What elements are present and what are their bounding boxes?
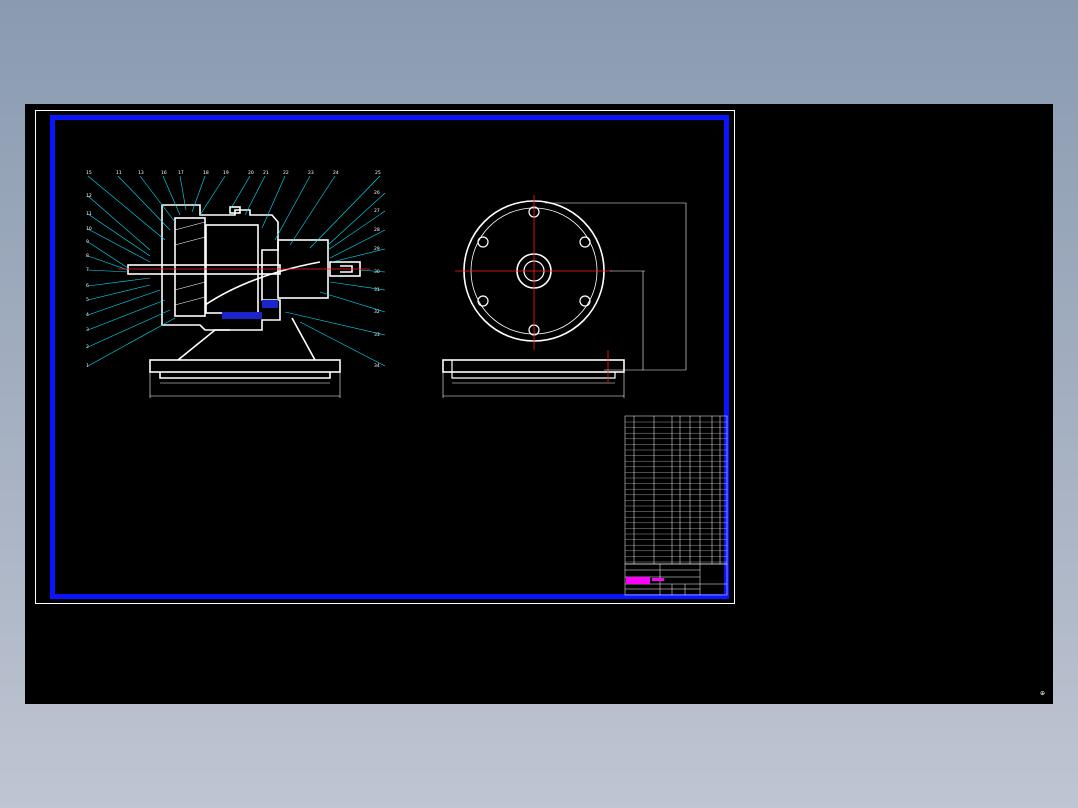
leader-number: 28 xyxy=(374,227,380,233)
leader-number: 1 xyxy=(86,363,89,369)
leader-number: 19 xyxy=(223,170,229,176)
leader-number: 11 xyxy=(86,211,92,217)
leader-number: 27 xyxy=(374,208,380,214)
leader-number: 33 xyxy=(374,332,380,338)
leader-number: 20 xyxy=(248,170,254,176)
leader-number: 16 xyxy=(161,170,167,176)
leader-number: 10 xyxy=(86,226,92,232)
leader-number: 12 xyxy=(86,193,92,199)
leader-number: 6 xyxy=(86,283,89,289)
leader-number: 34 xyxy=(374,363,380,369)
title-block-highlight xyxy=(626,577,650,584)
section-support-right xyxy=(291,317,316,361)
leader-number: 21 xyxy=(263,170,269,176)
section-base xyxy=(149,359,341,373)
section-housing xyxy=(161,204,281,331)
leader-number: 2 xyxy=(86,344,89,350)
section-rotor-hatch xyxy=(174,221,206,306)
section-support-left xyxy=(177,329,230,361)
leader-number: 31 xyxy=(374,287,380,293)
section-view xyxy=(127,204,361,379)
leader-number: 22 xyxy=(283,170,289,176)
leader-number: 25 xyxy=(375,170,381,176)
parts-list-rows xyxy=(625,421,727,563)
leader-number: 9 xyxy=(86,239,89,245)
section-dimensions xyxy=(149,372,341,398)
leader-number: 24 xyxy=(333,170,339,176)
section-hatch-bottom xyxy=(222,312,262,319)
leader-number: 17 xyxy=(178,170,184,176)
leader-number: 8 xyxy=(86,253,89,259)
end-view-bolt-hole xyxy=(477,295,489,307)
end-view-bolt-hole xyxy=(579,295,591,307)
leader-number: 18 xyxy=(203,170,209,176)
leader-number: 7 xyxy=(86,267,89,273)
section-leader-lines xyxy=(87,175,386,367)
leader-number: 32 xyxy=(374,309,380,315)
leader-number: 13 xyxy=(138,170,144,176)
leader-number: 4 xyxy=(86,312,89,318)
end-view-base xyxy=(442,359,625,373)
leader-number: 3 xyxy=(86,327,89,333)
leader-number: 26 xyxy=(374,190,380,196)
cad-drawing: 15 11 13 16 17 18 19 20 21 22 23 24 25 1… xyxy=(86,170,728,596)
end-view xyxy=(442,200,625,379)
end-view-bolt-hole xyxy=(477,236,489,248)
end-view-base-foot xyxy=(451,372,616,379)
parts-list xyxy=(624,415,728,565)
viewport-corner-icon: ⊕ xyxy=(1040,690,1046,697)
end-view-bolt-hole xyxy=(579,236,591,248)
leader-number: 11 xyxy=(116,170,122,176)
leader-number: 29 xyxy=(374,246,380,252)
section-base-foot xyxy=(159,372,331,379)
leader-number: 30 xyxy=(374,269,380,275)
leader-number: 5 xyxy=(86,297,89,303)
section-leader-numbers: 15 11 13 16 17 18 19 20 21 22 23 24 25 1… xyxy=(86,170,381,369)
leader-number: 23 xyxy=(308,170,314,176)
section-hatch-small xyxy=(262,300,278,308)
leader-number: 15 xyxy=(86,170,92,176)
title-block-highlight-small xyxy=(652,578,664,581)
